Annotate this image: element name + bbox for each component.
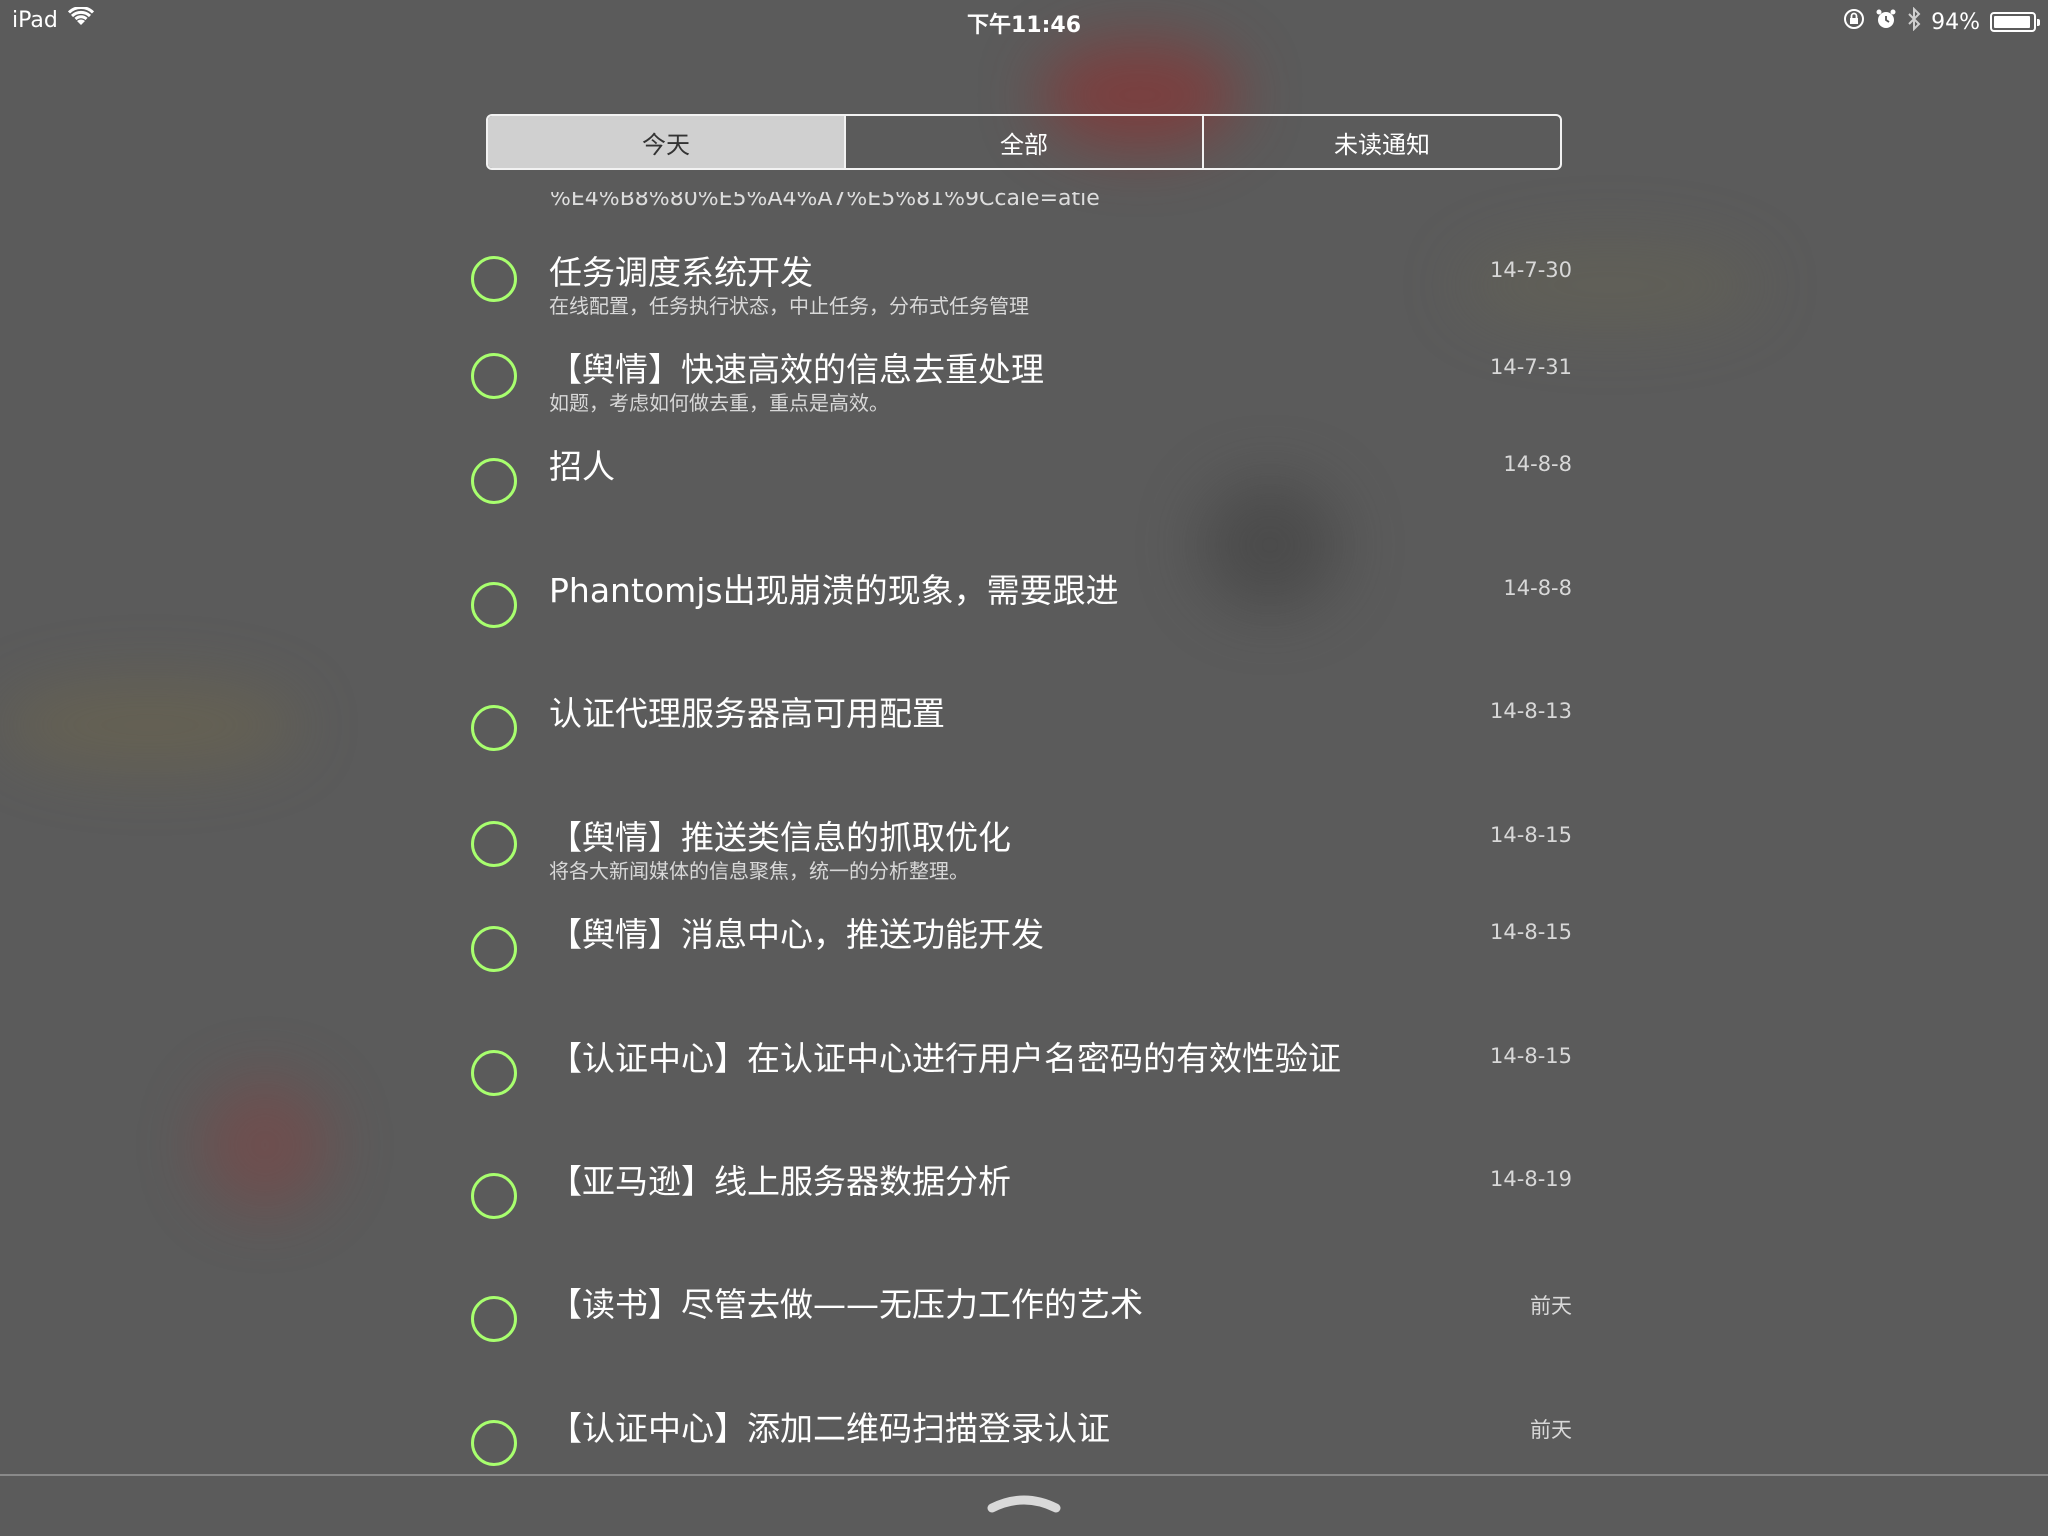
item-date: 14-8-8 (1503, 452, 1572, 476)
item-date: 14-8-15 (1490, 920, 1572, 944)
item-subtitle: 将各大新闻媒体的信息聚焦，统一的分析整理。 (549, 859, 969, 883)
bottom-divider (0, 1474, 2048, 1476)
item-date: 前天 (1530, 1294, 1572, 1318)
item-subtitle: 如题，考虑如何做去重，重点是高效。 (549, 391, 889, 415)
item-title: 【舆情】推送类信息的抓取优化 (549, 818, 1011, 857)
complete-checkbox[interactable] (471, 705, 517, 751)
item-date: 14-8-8 (1503, 576, 1572, 600)
item-title: 【舆情】快速高效的信息去重处理 (549, 350, 1044, 389)
item-date: 14-7-31 (1490, 355, 1572, 379)
pull-up-handle-icon[interactable] (986, 1490, 1062, 1514)
item-title: 任务调度系统开发 (549, 253, 813, 292)
item-title: 【认证中心】添加二维码扫描登录认证 (549, 1409, 1110, 1448)
item-date: 14-8-15 (1490, 1044, 1572, 1068)
reminder-list: 任务调度系统开发 在线配置，任务执行状态，中止任务，分布式任务管理 14-7-30 【… (0, 0, 2048, 1474)
item-date: 前天 (1530, 1418, 1572, 1442)
item-title: 【亚马逊】线上服务器数据分析 (549, 1162, 1011, 1201)
complete-checkbox[interactable] (471, 1420, 517, 1466)
complete-checkbox[interactable] (471, 1173, 517, 1219)
complete-checkbox[interactable] (471, 256, 517, 302)
complete-checkbox[interactable] (471, 926, 517, 972)
item-title: 【读书】尽管去做——无压力工作的艺术 (549, 1285, 1143, 1324)
item-subtitle: 在线配置，任务执行状态，中止任务，分布式任务管理 (549, 294, 1029, 318)
item-title: 【舆情】消息中心，推送功能开发 (549, 915, 1044, 954)
item-title: Phantomjs出现崩溃的现象，需要跟进 (549, 571, 1119, 610)
item-title: 招人 (549, 447, 615, 486)
complete-checkbox[interactable] (471, 353, 517, 399)
complete-checkbox[interactable] (471, 458, 517, 504)
complete-checkbox[interactable] (471, 582, 517, 628)
complete-checkbox[interactable] (471, 1050, 517, 1096)
complete-checkbox[interactable] (471, 821, 517, 867)
complete-checkbox[interactable] (471, 1296, 517, 1342)
item-date: 14-8-13 (1490, 699, 1572, 723)
item-title: 认证代理服务器高可用配置 (549, 694, 945, 733)
item-title: 【认证中心】在认证中心进行用户名密码的有效性验证 (549, 1039, 1341, 1078)
item-date: 14-7-30 (1490, 258, 1572, 282)
notification-center: iPad 下午11:46 94% 今天 全部 未读通知 %E4%B8%80%E5… (0, 0, 2048, 1536)
item-date: 14-8-15 (1490, 823, 1572, 847)
item-date: 14-8-19 (1490, 1167, 1572, 1191)
